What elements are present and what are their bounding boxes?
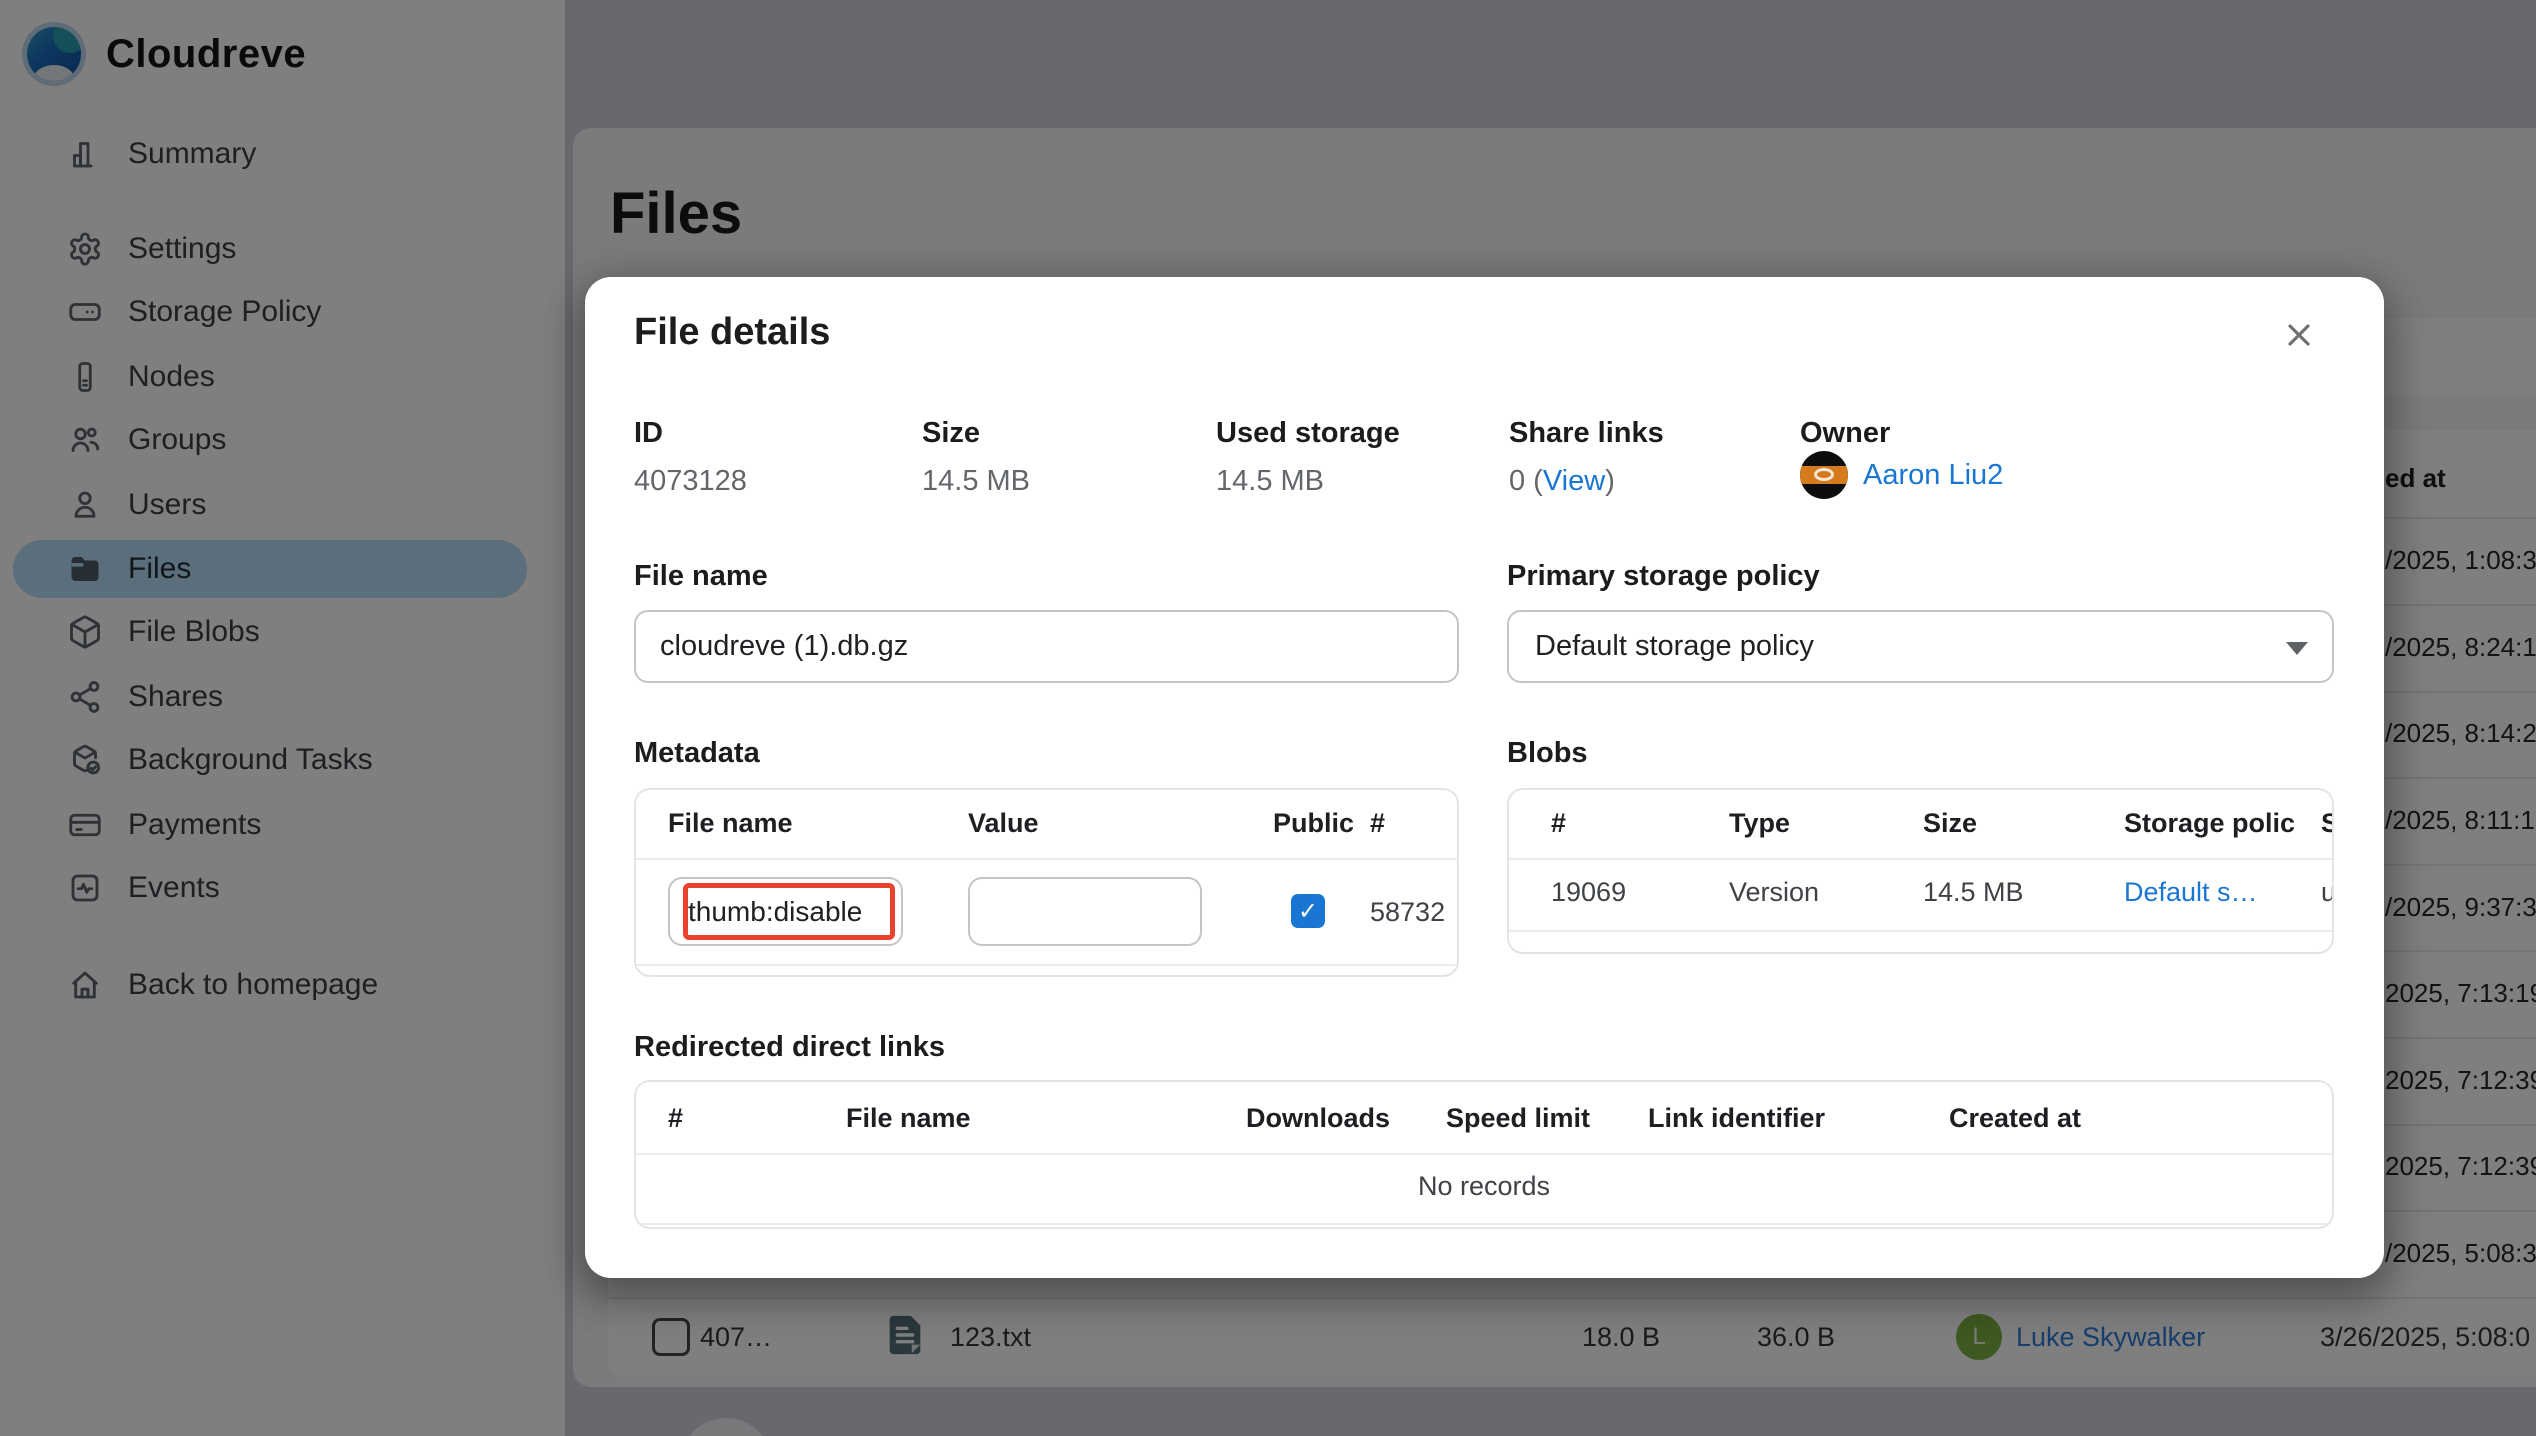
blob-extra: u xyxy=(2321,877,2332,908)
view-shares-link[interactable]: View xyxy=(1543,465,1605,497)
redirected-links-label: Redirected direct links xyxy=(634,1031,946,1063)
file-name-input[interactable] xyxy=(634,610,1459,683)
used-storage-label: Used storage xyxy=(1216,417,1400,449)
blob-type: Version xyxy=(1729,877,1820,907)
size-value: 14.5 MB xyxy=(922,465,1030,497)
modal-title: File details xyxy=(634,311,831,353)
column-header: File name xyxy=(846,1103,971,1133)
metadata-value-input[interactable] xyxy=(968,877,1202,946)
column-header: Storage polic xyxy=(2124,808,2296,838)
column-header: # xyxy=(668,1103,684,1133)
file-details-modal: File details ID 4073128 Size 14.5 MB Use… xyxy=(585,277,2384,1278)
empty-state: No records xyxy=(1417,1171,1551,1201)
primary-storage-policy-label: Primary storage policy xyxy=(1507,560,1820,592)
column-header: Value xyxy=(968,808,1039,838)
share-links-label: Share links xyxy=(1509,417,1664,449)
column-header: Size xyxy=(1923,808,1978,838)
column-header: File name xyxy=(668,808,793,838)
column-header: S xyxy=(2321,808,2332,839)
file-name-label: File name xyxy=(634,560,768,592)
blobs-label: Blobs xyxy=(1507,737,1588,769)
column-header: Speed limit xyxy=(1446,1103,1591,1133)
metadata-table: File name Value Public # ✓ 58732 xyxy=(634,788,1459,977)
metadata-label: Metadata xyxy=(634,737,760,769)
share-suffix: ) xyxy=(1605,465,1615,497)
column-header: Link identifier xyxy=(1648,1103,1826,1133)
storage-policy-select[interactable]: Default storage policy xyxy=(1507,610,2334,683)
column-header: Downloads xyxy=(1246,1103,1391,1133)
column-header: Type xyxy=(1729,808,1791,838)
owner-value: Aaron Liu2 xyxy=(1800,451,2003,499)
size-label: Size xyxy=(922,417,981,449)
metadata-key-input[interactable] xyxy=(668,877,903,946)
blob-size: 14.5 MB xyxy=(1923,877,2024,907)
id-label: ID xyxy=(634,417,663,449)
owner-link[interactable]: Aaron Liu2 xyxy=(1863,459,2003,492)
close-icon[interactable] xyxy=(2279,315,2319,355)
public-checkbox[interactable]: ✓ xyxy=(1291,894,1325,928)
column-header: # xyxy=(1370,808,1386,838)
owner-label: Owner xyxy=(1800,417,1891,449)
check-icon: ✓ xyxy=(1297,897,1319,925)
blob-storage-policy-link[interactable]: Default s… xyxy=(2124,877,2258,908)
share-count: 0 ( xyxy=(1509,465,1543,497)
selected-policy: Default storage policy xyxy=(1535,630,1814,662)
column-header: # xyxy=(1551,808,1567,838)
blobs-table: # Type Size Storage polic S 19069 Versio… xyxy=(1507,788,2334,954)
used-storage-value: 14.5 MB xyxy=(1216,465,1324,497)
redirected-links-table: # File name Downloads Speed limit Link i… xyxy=(634,1080,2334,1229)
id-value: 4073128 xyxy=(634,465,747,497)
metadata-id: 58732 xyxy=(1370,897,1446,927)
column-header: Created at xyxy=(1949,1103,2082,1133)
owner-avatar xyxy=(1800,451,1848,499)
blob-id: 19069 xyxy=(1551,877,1627,907)
chevron-down-icon xyxy=(2286,641,2308,655)
share-links-value: 0 (View) xyxy=(1509,465,1615,498)
column-header: Public xyxy=(1273,808,1353,838)
